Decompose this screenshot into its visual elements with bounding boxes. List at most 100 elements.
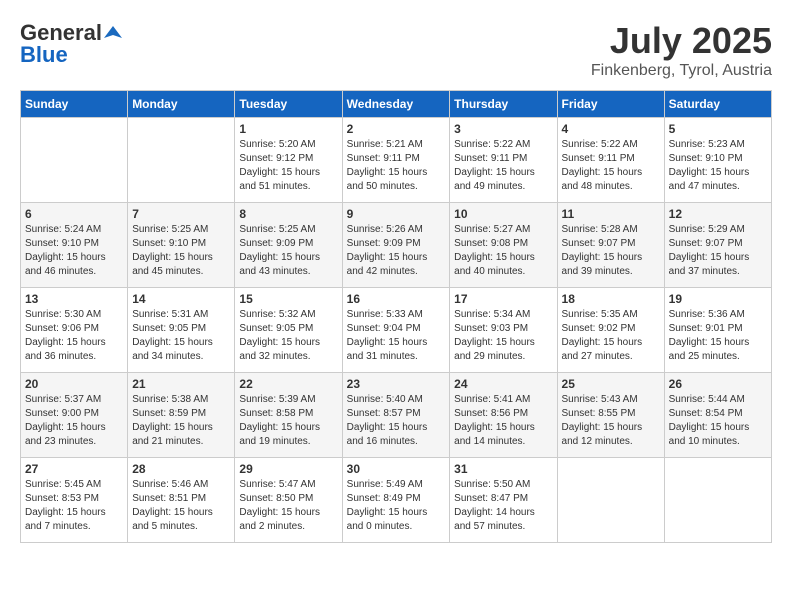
- calendar-cell: [557, 458, 664, 543]
- calendar-cell: 19 Sunrise: 5:36 AM Sunset: 9:01 PM Dayli…: [664, 288, 771, 373]
- calendar-cell: 28Sunrise: 5:46 AM Sunset: 8:51 PM Dayli…: [128, 458, 235, 543]
- day-info: Sunrise: 5:36 AM Sunset: 9:01 PM Dayligh…: [669, 308, 767, 364]
- day-number: 21: [132, 377, 230, 391]
- calendar-cell: [128, 118, 235, 203]
- day-info: Sunrise: 5:25 AM Sunset: 9:09 PM Dayligh…: [239, 223, 337, 279]
- day-info: Sunrise: 5:47 AM Sunset: 8:50 PM Dayligh…: [239, 478, 337, 534]
- day-number: 9: [347, 207, 446, 221]
- calendar-cell: 24 Sunrise: 5:41 AM Sunset: 8:56 PM Dayli…: [450, 373, 557, 458]
- title-block: July 2025 Finkenberg, Tyrol, Austria: [591, 20, 772, 80]
- calendar-table: SundayMondayTuesdayWednesdayThursdayFrid…: [20, 90, 772, 543]
- day-number: 14: [132, 292, 230, 306]
- day-number: 5: [669, 122, 767, 136]
- calendar-week-row: 20Sunrise: 5:37 AM Sunset: 9:00 PM Dayli…: [21, 373, 772, 458]
- calendar-cell: 17Sunrise: 5:34 AM Sunset: 9:03 PM Dayli…: [450, 288, 557, 373]
- calendar-cell: 5 Sunrise: 5:23 AM Sunset: 9:10 PM Daylig…: [664, 118, 771, 203]
- day-number: 22: [239, 377, 337, 391]
- calendar-cell: 7 Sunrise: 5:25 AM Sunset: 9:10 PM Daylig…: [128, 203, 235, 288]
- calendar-week-row: 1 Sunrise: 5:20 AM Sunset: 9:12 PM Daylig…: [21, 118, 772, 203]
- calendar-cell: 15 Sunrise: 5:32 AM Sunset: 9:05 PM Dayli…: [235, 288, 342, 373]
- day-info: Sunrise: 5:20 AM Sunset: 9:12 PM Dayligh…: [239, 138, 337, 194]
- day-info: Sunrise: 5:25 AM Sunset: 9:10 PM Dayligh…: [132, 223, 230, 279]
- calendar-cell: 25 Sunrise: 5:43 AM Sunset: 8:55 PM Dayli…: [557, 373, 664, 458]
- calendar-cell: 4Sunrise: 5:22 AM Sunset: 9:11 PM Daylig…: [557, 118, 664, 203]
- logo-blue-text: Blue: [20, 42, 68, 68]
- day-info: Sunrise: 5:35 AM Sunset: 9:02 PM Dayligh…: [562, 308, 660, 364]
- day-info: Sunrise: 5:50 AM Sunset: 8:47 PM Dayligh…: [454, 478, 552, 534]
- day-info: Sunrise: 5:33 AM Sunset: 9:04 PM Dayligh…: [347, 308, 446, 364]
- day-number: 7: [132, 207, 230, 221]
- day-info: Sunrise: 5:30 AM Sunset: 9:06 PM Dayligh…: [25, 308, 123, 364]
- day-of-week-header: Monday: [128, 91, 235, 118]
- day-info: Sunrise: 5:31 AM Sunset: 9:05 PM Dayligh…: [132, 308, 230, 364]
- day-number: 10: [454, 207, 552, 221]
- calendar-cell: 27Sunrise: 5:45 AM Sunset: 8:53 PM Dayli…: [21, 458, 128, 543]
- calendar-cell: 3 Sunrise: 5:22 AM Sunset: 9:11 PM Daylig…: [450, 118, 557, 203]
- calendar-week-row: 6Sunrise: 5:24 AM Sunset: 9:10 PM Daylig…: [21, 203, 772, 288]
- day-info: Sunrise: 5:22 AM Sunset: 9:11 PM Dayligh…: [562, 138, 660, 194]
- day-number: 12: [669, 207, 767, 221]
- day-info: Sunrise: 5:41 AM Sunset: 8:56 PM Dayligh…: [454, 393, 552, 449]
- day-info: Sunrise: 5:32 AM Sunset: 9:05 PM Dayligh…: [239, 308, 337, 364]
- day-number: 15: [239, 292, 337, 306]
- day-number: 3: [454, 122, 552, 136]
- day-info: Sunrise: 5:29 AM Sunset: 9:07 PM Dayligh…: [669, 223, 767, 279]
- day-of-week-header: Saturday: [664, 91, 771, 118]
- day-info: Sunrise: 5:21 AM Sunset: 9:11 PM Dayligh…: [347, 138, 446, 194]
- day-of-week-header: Sunday: [21, 91, 128, 118]
- day-of-week-header: Wednesday: [342, 91, 450, 118]
- calendar-cell: 29 Sunrise: 5:47 AM Sunset: 8:50 PM Dayli…: [235, 458, 342, 543]
- day-number: 11: [562, 207, 660, 221]
- calendar-cell: 12 Sunrise: 5:29 AM Sunset: 9:07 PM Dayli…: [664, 203, 771, 288]
- calendar-cell: 31Sunrise: 5:50 AM Sunset: 8:47 PM Dayli…: [450, 458, 557, 543]
- day-number: 18: [562, 292, 660, 306]
- day-info: Sunrise: 5:24 AM Sunset: 9:10 PM Dayligh…: [25, 223, 123, 279]
- day-number: 25: [562, 377, 660, 391]
- calendar-cell: [664, 458, 771, 543]
- day-info: Sunrise: 5:23 AM Sunset: 9:10 PM Dayligh…: [669, 138, 767, 194]
- location-subtitle: Finkenberg, Tyrol, Austria: [591, 62, 772, 80]
- day-of-week-header: Friday: [557, 91, 664, 118]
- calendar-cell: 1 Sunrise: 5:20 AM Sunset: 9:12 PM Daylig…: [235, 118, 342, 203]
- calendar-cell: 20Sunrise: 5:37 AM Sunset: 9:00 PM Dayli…: [21, 373, 128, 458]
- day-number: 1: [239, 122, 337, 136]
- calendar-week-row: 13 Sunrise: 5:30 AM Sunset: 9:06 PM Dayli…: [21, 288, 772, 373]
- calendar-cell: 30 Sunrise: 5:49 AM Sunset: 8:49 PM Dayli…: [342, 458, 450, 543]
- month-year-title: July 2025: [591, 20, 772, 62]
- day-number: 20: [25, 377, 123, 391]
- calendar-cell: 13 Sunrise: 5:30 AM Sunset: 9:06 PM Dayli…: [21, 288, 128, 373]
- calendar-cell: 23 Sunrise: 5:40 AM Sunset: 8:57 PM Dayli…: [342, 373, 450, 458]
- day-number: 23: [347, 377, 446, 391]
- calendar-cell: 10Sunrise: 5:27 AM Sunset: 9:08 PM Dayli…: [450, 203, 557, 288]
- calendar-cell: 14 Sunrise: 5:31 AM Sunset: 9:05 PM Dayli…: [128, 288, 235, 373]
- logo-bird-icon: [104, 24, 122, 42]
- calendar-cell: 22 Sunrise: 5:39 AM Sunset: 8:58 PM Dayli…: [235, 373, 342, 458]
- day-number: 24: [454, 377, 552, 391]
- day-info: Sunrise: 5:28 AM Sunset: 9:07 PM Dayligh…: [562, 223, 660, 279]
- day-number: 13: [25, 292, 123, 306]
- page-header: General Blue July 2025 Finkenberg, Tyrol…: [20, 20, 772, 80]
- day-number: 17: [454, 292, 552, 306]
- day-number: 16: [347, 292, 446, 306]
- day-number: 29: [239, 462, 337, 476]
- day-info: Sunrise: 5:40 AM Sunset: 8:57 PM Dayligh…: [347, 393, 446, 449]
- day-number: 27: [25, 462, 123, 476]
- day-of-week-header: Thursday: [450, 91, 557, 118]
- day-info: Sunrise: 5:22 AM Sunset: 9:11 PM Dayligh…: [454, 138, 552, 194]
- calendar-cell: 21Sunrise: 5:38 AM Sunset: 8:59 PM Dayli…: [128, 373, 235, 458]
- day-number: 19: [669, 292, 767, 306]
- day-info: Sunrise: 5:44 AM Sunset: 8:54 PM Dayligh…: [669, 393, 767, 449]
- logo: General Blue: [20, 20, 122, 68]
- calendar-cell: 6Sunrise: 5:24 AM Sunset: 9:10 PM Daylig…: [21, 203, 128, 288]
- day-info: Sunrise: 5:39 AM Sunset: 8:58 PM Dayligh…: [239, 393, 337, 449]
- calendar-cell: 16 Sunrise: 5:33 AM Sunset: 9:04 PM Dayli…: [342, 288, 450, 373]
- calendar-cell: 2 Sunrise: 5:21 AM Sunset: 9:11 PM Daylig…: [342, 118, 450, 203]
- calendar-cell: 8Sunrise: 5:25 AM Sunset: 9:09 PM Daylig…: [235, 203, 342, 288]
- day-info: Sunrise: 5:43 AM Sunset: 8:55 PM Dayligh…: [562, 393, 660, 449]
- calendar-cell: [21, 118, 128, 203]
- day-info: Sunrise: 5:49 AM Sunset: 8:49 PM Dayligh…: [347, 478, 446, 534]
- calendar-cell: 18 Sunrise: 5:35 AM Sunset: 9:02 PM Dayli…: [557, 288, 664, 373]
- day-number: 2: [347, 122, 446, 136]
- calendar-cell: 26Sunrise: 5:44 AM Sunset: 8:54 PM Dayli…: [664, 373, 771, 458]
- day-number: 30: [347, 462, 446, 476]
